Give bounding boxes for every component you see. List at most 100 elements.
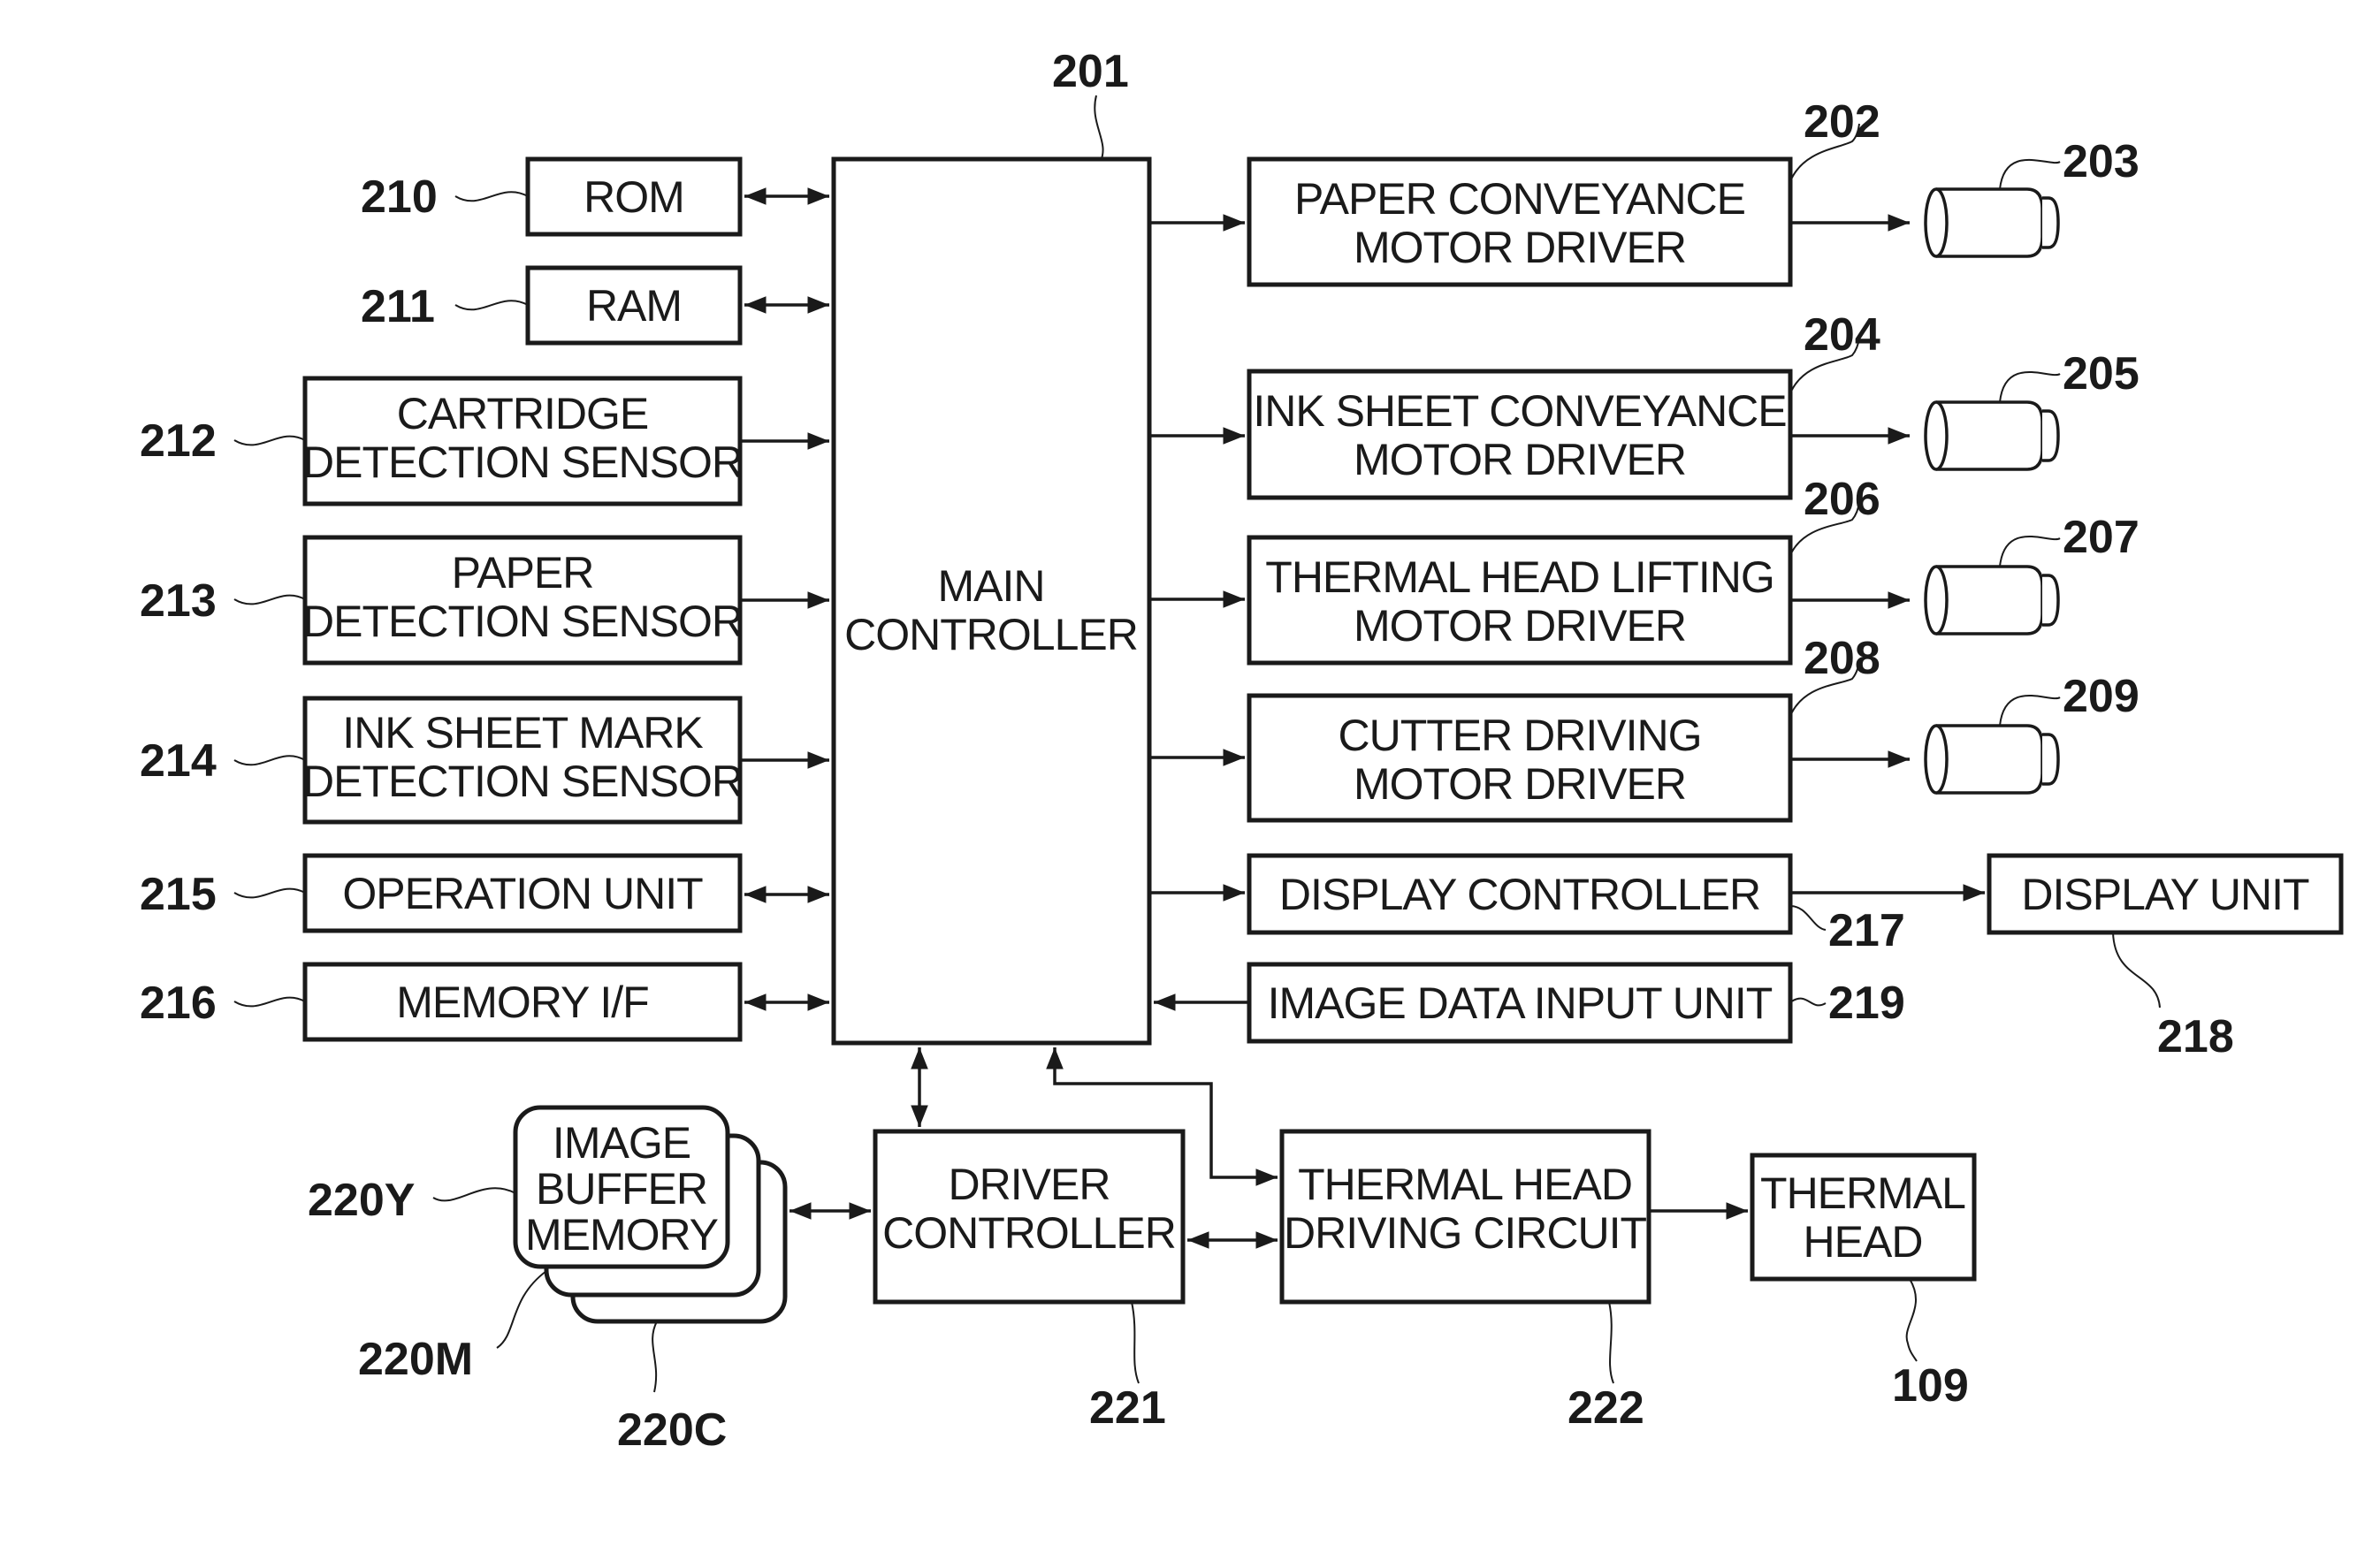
ram-block: RAM: [525, 265, 743, 346]
iscmd-label-1: INK SHEET CONVEYANCE: [1253, 386, 1786, 436]
paper-sensor-label-1: PAPER: [452, 548, 594, 598]
ibm-label-1: IMAGE: [553, 1118, 690, 1168]
motor-icon-209: [1924, 724, 2060, 795]
ref-218: 218: [2157, 1011, 2234, 1062]
motor-icon-207: [1924, 565, 2060, 636]
cutter-driving-motor-driver-block: CUTTER DRIVING MOTOR DRIVER: [1247, 693, 1793, 823]
ibm-label-2: BUFFER: [536, 1164, 707, 1214]
display-controller-block: DISPLAY CONTROLLER: [1247, 853, 1793, 935]
leader-203: [1999, 158, 2061, 190]
paper-sensor-label-2: DETECTION SENSOR: [302, 597, 743, 646]
ref-207: 207: [2063, 512, 2140, 563]
memory-if-label: MEMORY I/F: [396, 978, 648, 1027]
main-controller-label-1: MAIN: [938, 561, 1045, 611]
ink-mark-label-2: DETECTION SENSOR: [302, 757, 743, 806]
block-diagram: MAIN CONTROLLER 201 ROM 210 RAM 211 CART…: [140, 46, 2344, 1456]
ref-203: 203: [2063, 136, 2140, 187]
ref-210: 210: [361, 171, 438, 223]
display-controller-label: DISPLAY CONTROLLER: [1279, 870, 1760, 919]
driver-controller-label-2: CONTROLLER: [882, 1208, 1176, 1258]
cutter-label-1: CUTTER DRIVING: [1339, 711, 1702, 760]
ref-208: 208: [1804, 633, 1880, 684]
leader-211: [454, 300, 529, 311]
thermal-head-block: THERMAL HEAD: [1750, 1153, 1977, 1282]
motor-icon-205: [1924, 400, 2060, 471]
ref-214: 214: [140, 735, 217, 787]
leader-201: [1094, 95, 1104, 162]
leader-216: [233, 996, 306, 1008]
leader-212: [233, 435, 306, 446]
memory-if-block: MEMORY I/F: [302, 962, 743, 1042]
paper-detection-sensor-block: PAPER DETECTION SENSOR: [302, 535, 744, 666]
ref-220Y: 220Y: [308, 1175, 415, 1226]
thl-label-2: MOTOR DRIVER: [1354, 601, 1686, 651]
thdc-label-2: DRIVING CIRCUIT: [1284, 1208, 1646, 1258]
operation-unit-label: OPERATION UNIT: [342, 869, 703, 918]
ref-212: 212: [140, 415, 217, 467]
leader-219: [1789, 997, 1827, 1007]
thl-label-1: THERMAL HEAD LIFTING: [1265, 552, 1773, 602]
main-controller-block: MAIN CONTROLLER: [831, 156, 1152, 1046]
display-unit-block: DISPLAY UNIT: [1987, 853, 2344, 935]
cartridge-label-2: DETECTION SENSOR: [302, 438, 743, 487]
cutter-label-2: MOTOR DRIVER: [1354, 759, 1686, 809]
ibm-label-3: MEMORY: [525, 1210, 719, 1260]
ram-label: RAM: [586, 281, 682, 331]
thermal-head-label-2: HEAD: [1804, 1217, 1923, 1267]
ink-sheet-mark-detection-sensor-block: INK SHEET MARK DETECTION SENSOR: [302, 696, 744, 825]
ref-220C: 220C: [617, 1404, 727, 1456]
ref-221: 221: [1089, 1382, 1166, 1434]
leader-207: [1999, 536, 2061, 567]
ref-202: 202: [1804, 96, 1880, 148]
ref-211: 211: [361, 281, 435, 332]
ref-222: 222: [1568, 1382, 1644, 1434]
thermal-head-driving-circuit-block: THERMAL HEAD DRIVING CIRCUIT: [1279, 1129, 1651, 1305]
main-controller-label-2: CONTROLLER: [844, 610, 1138, 659]
thermal-head-label-1: THERMAL: [1760, 1168, 1965, 1218]
image-data-input-unit-block: IMAGE DATA INPUT UNIT: [1247, 962, 1793, 1044]
leader-109: [1905, 1278, 1918, 1362]
leader-218: [2112, 932, 2161, 1009]
ref-204: 204: [1804, 309, 1880, 361]
rom-block: ROM: [525, 156, 743, 237]
pcmd-label-2: MOTOR DRIVER: [1354, 223, 1686, 272]
ref-206: 206: [1804, 474, 1880, 525]
rom-label: ROM: [584, 172, 684, 222]
ref-216: 216: [140, 978, 217, 1029]
driver-controller-label-1: DRIVER: [949, 1160, 1110, 1209]
operation-unit-block: OPERATION UNIT: [302, 853, 743, 933]
ref-219: 219: [1828, 978, 1905, 1029]
leader-217: [1789, 905, 1827, 931]
leader-213: [233, 594, 306, 605]
driver-controller-block: DRIVER CONTROLLER: [873, 1129, 1186, 1305]
thermal-head-lifting-motor-driver-block: THERMAL HEAD LIFTING MOTOR DRIVER: [1247, 535, 1793, 666]
leader-210: [454, 191, 529, 202]
thdc-label-1: THERMAL HEAD: [1298, 1160, 1632, 1209]
leader-220C: [652, 1321, 658, 1393]
leader-220M: [496, 1270, 547, 1349]
ink-sheet-conveyance-motor-driver-block: INK SHEET CONVEYANCE MOTOR DRIVER: [1247, 369, 1793, 500]
leader-221: [1131, 1301, 1140, 1384]
leader-209: [1999, 695, 2061, 727]
pcmd-label-1: PAPER CONVEYANCE: [1294, 174, 1745, 224]
leader-222: [1608, 1301, 1614, 1384]
ref-209: 209: [2063, 671, 2140, 722]
leader-205: [1999, 371, 2061, 403]
motor-icon-203: [1924, 187, 2060, 258]
ref-217: 217: [1828, 905, 1905, 956]
ref-109: 109: [1892, 1360, 1969, 1412]
ref-220M: 220M: [358, 1334, 473, 1385]
ink-mark-label-1: INK SHEET MARK: [342, 708, 703, 757]
iscmd-label-2: MOTOR DRIVER: [1354, 435, 1686, 484]
ref-213: 213: [140, 575, 217, 627]
ref-205: 205: [2063, 348, 2140, 400]
leader-220Y: [432, 1187, 516, 1202]
image-data-input-label: IMAGE DATA INPUT UNIT: [1268, 978, 1773, 1028]
leader-214: [233, 755, 306, 766]
paper-conveyance-motor-driver-block: PAPER CONVEYANCE MOTOR DRIVER: [1247, 156, 1793, 287]
cartridge-label-1: CARTRIDGE: [397, 389, 649, 438]
image-buffer-memory-stack: IMAGE BUFFER MEMORY: [513, 1105, 788, 1324]
ref-215: 215: [140, 869, 217, 920]
display-unit-label: DISPLAY UNIT: [2021, 870, 2309, 919]
cartridge-detection-sensor-block: CARTRIDGE DETECTION SENSOR: [302, 376, 744, 506]
